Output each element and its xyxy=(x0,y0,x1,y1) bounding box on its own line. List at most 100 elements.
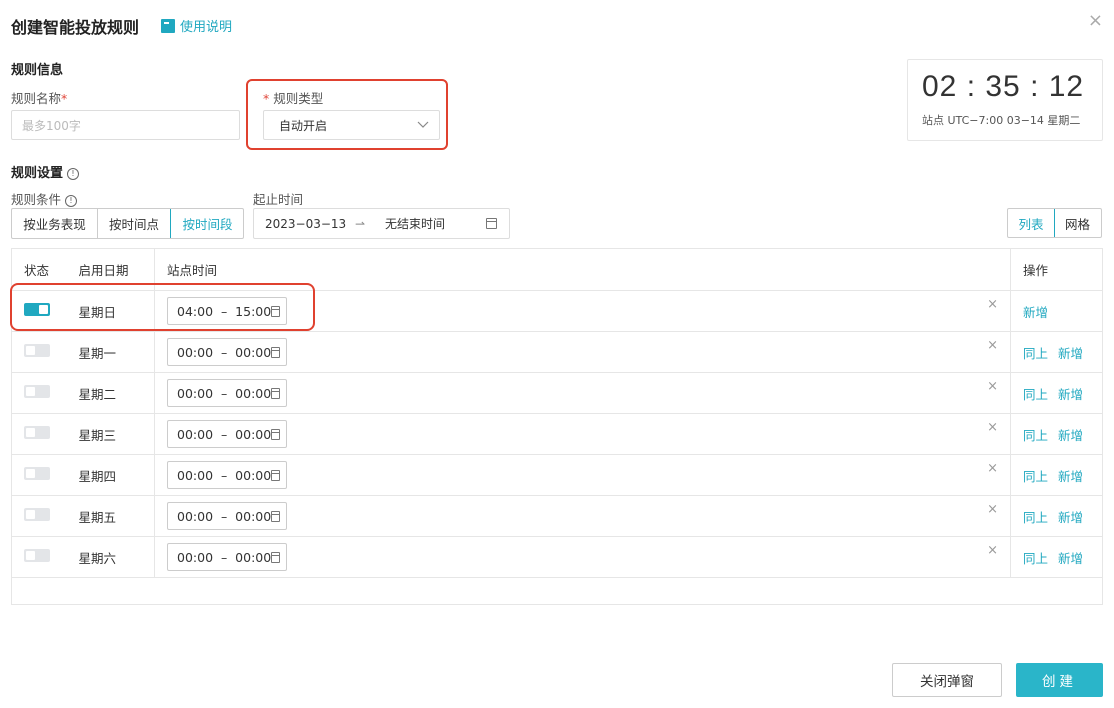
calendar-icon xyxy=(271,387,280,399)
calendar-icon xyxy=(271,346,280,358)
status-toggle[interactable] xyxy=(24,549,50,562)
row-op-copy-above[interactable]: 同上 xyxy=(1023,469,1048,484)
status-toggle[interactable] xyxy=(24,385,50,398)
view-toggle: 列表 网格 xyxy=(1007,208,1102,238)
close-dialog-button[interactable]: 关闭弹窗 xyxy=(892,663,1002,697)
book-icon xyxy=(161,18,175,33)
table-row: 星期三 00:00 – 00:00 × 同上 新增 xyxy=(11,413,1103,455)
row-op-copy-above[interactable]: 同上 xyxy=(1023,387,1048,402)
row-op-copy-above[interactable]: 同上 xyxy=(1023,551,1048,566)
time-range-input[interactable]: 00:00 – 00:00 xyxy=(167,420,287,448)
time-cell: 00:00 – 00:00 × xyxy=(154,495,1011,537)
row-op-copy-above[interactable]: 同上 xyxy=(1023,346,1048,361)
date-range-picker[interactable]: 2023−03−13 ⇀ 无结束时间 xyxy=(253,208,510,239)
time-range-input[interactable]: 00:00 – 00:00 xyxy=(167,461,287,489)
rule-condition-label: 规则条件! xyxy=(11,189,78,208)
clear-icon[interactable]: × xyxy=(987,502,998,517)
time-cell: 00:00 – 00:00 × xyxy=(154,372,1011,414)
row-op-add[interactable]: 新增 xyxy=(1058,469,1083,484)
dialog-title: 创建智能投放规则 xyxy=(11,18,140,37)
clear-icon[interactable]: × xyxy=(987,543,998,558)
clear-icon[interactable]: × xyxy=(987,379,998,394)
info-icon: ! xyxy=(65,194,78,207)
status-cell xyxy=(11,372,67,414)
time-range-value: 00:00 – 00:00 xyxy=(177,508,272,524)
status-toggle[interactable] xyxy=(24,426,50,439)
clock-time: 02 : 35 : 12 xyxy=(922,70,1085,103)
rule-type-label: * 规则类型 xyxy=(263,91,324,106)
day-cell: 星期四 xyxy=(66,454,155,496)
rule-name-placeholder: 最多100字 xyxy=(22,118,81,133)
calendar-icon xyxy=(271,428,280,440)
ops-cell: 同上 新增 xyxy=(1010,495,1103,537)
ops-cell: 同上 新增 xyxy=(1010,372,1103,414)
day-cell: 星期一 xyxy=(66,331,155,373)
rule-type-value: 自动开启 xyxy=(279,118,328,133)
row-op-add[interactable]: 新增 xyxy=(1058,510,1083,525)
view-grid[interactable]: 网格 xyxy=(1054,209,1101,237)
time-range-input[interactable]: 00:00 – 00:00 xyxy=(167,502,287,530)
calendar-icon xyxy=(486,218,497,229)
rule-type-select[interactable]: 自动开启 xyxy=(263,110,440,140)
range-arrow: ⇀ xyxy=(355,216,366,231)
row-op-copy-above[interactable]: 同上 xyxy=(1023,510,1048,525)
info-icon: ! xyxy=(67,167,80,180)
row-op-add[interactable]: 新增 xyxy=(1058,551,1083,566)
time-cell: 00:00 – 00:00 × xyxy=(154,331,1011,373)
status-cell xyxy=(11,536,67,578)
condition-option-timerange[interactable]: 按时间段 xyxy=(170,209,243,238)
row-op-add[interactable]: 新增 xyxy=(1058,387,1083,402)
status-cell xyxy=(11,495,67,537)
rule-name-label: 规则名称* xyxy=(11,91,68,106)
status-cell xyxy=(11,454,67,496)
day-cell: 星期二 xyxy=(66,372,155,414)
clear-icon[interactable]: × xyxy=(987,338,998,353)
time-range-value: 00:00 – 00:00 xyxy=(177,344,272,360)
row-op-add[interactable]: 新增 xyxy=(1023,305,1048,320)
status-toggle[interactable] xyxy=(24,467,50,480)
table-row: 星期五 00:00 – 00:00 × 同上 新增 xyxy=(11,495,1103,537)
time-range-value: 00:00 – 00:00 xyxy=(177,385,272,401)
start-date: 2023−03−13 xyxy=(265,216,347,231)
time-range-input[interactable]: 00:00 – 00:00 xyxy=(167,338,287,366)
rule-name-input[interactable]: 最多100字 xyxy=(11,110,240,140)
ops-cell: 新增 xyxy=(1010,290,1103,332)
ops-cell: 同上 新增 xyxy=(1010,413,1103,455)
time-range-value: 00:00 – 00:00 xyxy=(177,467,272,483)
rule-settings-title: 规则设置! xyxy=(11,162,80,181)
row-op-add[interactable]: 新增 xyxy=(1058,428,1083,443)
help-link[interactable]: 使用说明 xyxy=(161,16,232,35)
row-op-add[interactable]: 新增 xyxy=(1058,346,1083,361)
calendar-icon xyxy=(271,510,280,522)
time-range-value: 00:00 – 00:00 xyxy=(177,549,272,565)
condition-option-timepoint[interactable]: 按时间点 xyxy=(98,209,171,238)
time-range-input[interactable]: 00:00 – 00:00 xyxy=(167,379,287,407)
condition-option-business[interactable]: 按业务表现 xyxy=(12,209,98,238)
close-icon[interactable]: × xyxy=(1088,10,1103,31)
header-ops: 操作 xyxy=(1010,248,1103,291)
time-range-input[interactable]: 00:00 – 00:00 xyxy=(167,543,287,571)
end-date: 无结束时间 xyxy=(385,217,446,231)
table-row: 星期二 00:00 – 00:00 × 同上 新增 xyxy=(11,372,1103,414)
time-cell: 00:00 – 00:00 × xyxy=(154,536,1011,578)
clear-icon[interactable]: × xyxy=(987,461,998,476)
clear-icon[interactable]: × xyxy=(987,297,998,312)
calendar-icon xyxy=(271,551,280,563)
required-mark: * xyxy=(61,91,68,106)
period-label: 起止时间 xyxy=(253,192,304,207)
day-cell: 星期五 xyxy=(66,495,155,537)
time-cell: 00:00 – 00:00 × xyxy=(154,454,1011,496)
status-toggle[interactable] xyxy=(24,344,50,357)
site-clock: 02 : 35 : 12 站点 UTC−7:00 03−14 星期二 xyxy=(907,59,1103,141)
status-cell xyxy=(11,331,67,373)
clear-icon[interactable]: × xyxy=(987,420,998,435)
help-label: 使用说明 xyxy=(180,20,233,35)
view-list[interactable]: 列表 xyxy=(1008,209,1055,237)
status-toggle[interactable] xyxy=(24,508,50,521)
rule-info-title: 规则信息 xyxy=(11,63,64,78)
status-cell xyxy=(11,413,67,455)
time-range-value: 00:00 – 00:00 xyxy=(177,426,272,442)
row-op-copy-above[interactable]: 同上 xyxy=(1023,428,1048,443)
create-button[interactable]: 创建 xyxy=(1016,663,1103,697)
day-cell: 星期三 xyxy=(66,413,155,455)
